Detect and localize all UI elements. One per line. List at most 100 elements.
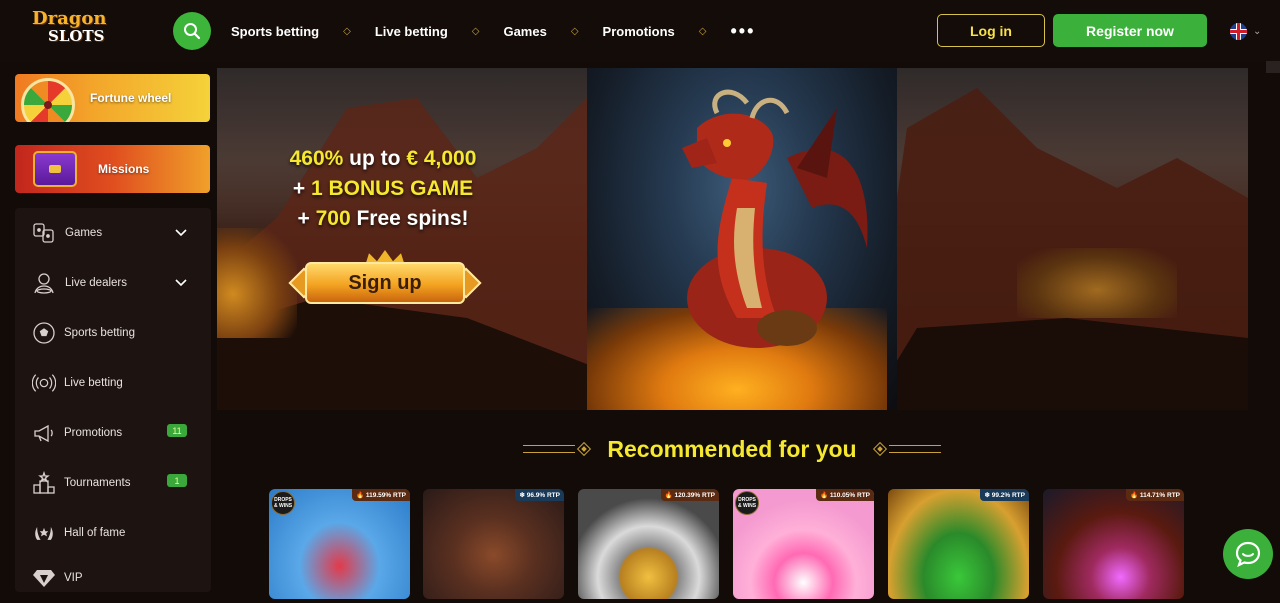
snowflake-icon: ❄	[519, 492, 525, 499]
more-menu-button[interactable]: •••	[730, 21, 755, 42]
gold-pile-right	[1017, 248, 1177, 318]
fortune-wheel-icon	[21, 78, 75, 122]
sidebar-item-vip[interactable]: VIP	[15, 553, 211, 603]
dragon-slots-logo[interactable]: Dragon SLOTS	[32, 8, 122, 46]
offer-bonus-game: 1 BONUS GAME	[310, 177, 474, 200]
sidebar-item-games[interactable]: Games	[15, 208, 211, 258]
diamond-separator-icon: ◇	[570, 25, 579, 37]
megaphone-icon	[32, 421, 56, 445]
game-card[interactable]: 🔥 120.39% RTP	[578, 489, 719, 599]
chat-bubble-icon	[1235, 541, 1261, 568]
fire-icon: 🔥	[1129, 492, 1139, 499]
sidebar-item-live-betting[interactable]: Live betting	[15, 358, 211, 408]
diamond-separator-icon: ◇	[471, 25, 480, 37]
chevron-down-icon[interactable]	[175, 274, 187, 292]
fortune-wheel-card[interactable]: Fortune wheel	[15, 74, 210, 122]
treasure-chest-icon	[33, 151, 77, 187]
sidebar-item-sports-betting[interactable]: Sports betting	[15, 308, 211, 358]
hero-banner[interactable]: 460% up to € 4,000 + 1 BONUS GAME + 700 …	[217, 68, 1248, 410]
tournaments-count-badge: 1	[167, 474, 187, 487]
game-card[interactable]: DROPS & WINS 🔥 110.05% RTP	[733, 489, 874, 599]
rtp-value: 110.05% RTP	[829, 491, 870, 499]
rtp-badge: ❄ 96.9% RTP	[515, 489, 564, 501]
search-icon	[184, 23, 201, 40]
rtp-badge: 🔥 114.71% RTP	[1125, 489, 1184, 501]
game-card[interactable]: DROPS & WINS 🔥 119.59% RTP	[269, 489, 410, 599]
live-broadcast-icon	[32, 371, 56, 395]
sidebar-item-label: Live betting	[64, 377, 123, 389]
offer-line-1: 460% up to € 4,000	[273, 144, 493, 174]
offer-amount: € 4,000	[406, 147, 477, 170]
register-button[interactable]: Register now	[1053, 14, 1207, 47]
offer-plus: +	[297, 207, 316, 230]
diamond-separator-icon: ◇	[698, 25, 707, 37]
sidebar-item-tournaments[interactable]: Tournaments 1	[15, 458, 211, 508]
sidebar-item-label: Tournaments	[64, 477, 131, 489]
nav-games[interactable]: Games	[503, 24, 546, 39]
live-chat-button[interactable]	[1223, 529, 1273, 579]
drops-wins-badge: DROPS & WINS	[735, 491, 759, 515]
missions-card[interactable]: Missions	[15, 145, 210, 193]
rtp-badge: ❄ 99.2% RTP	[980, 489, 1029, 501]
offer-free-spins: Free spins!	[350, 207, 469, 230]
game-card[interactable]: ❄ 99.2% RTP	[888, 489, 1029, 599]
nav-sports-betting[interactable]: Sports betting	[231, 24, 319, 39]
rtp-value: 114.71% RTP	[1139, 491, 1180, 499]
laurel-icon	[32, 521, 56, 545]
game-card[interactable]: ❄ 96.9% RTP	[423, 489, 564, 599]
fire-icon: 🔥	[819, 492, 829, 499]
promotions-count-badge: 11	[167, 424, 187, 437]
rtp-value: 99.2% RTP	[991, 491, 1025, 499]
rtp-badge: 🔥 110.05% RTP	[815, 489, 874, 501]
sidebar-item-promotions[interactable]: Promotions 11	[15, 408, 211, 458]
rtp-value: 120.39% RTP	[674, 491, 715, 499]
fire-icon: 🔥	[664, 492, 673, 499]
nav-live-betting[interactable]: Live betting	[375, 24, 448, 39]
sidebar-item-hall-of-fame[interactable]: Hall of fame	[15, 508, 211, 558]
offer-line-2: + 1 BONUS GAME	[273, 174, 493, 204]
offer-line-3: + 700 Free spins!	[273, 204, 493, 234]
dragon-illustration	[682, 89, 868, 348]
nav-promotions[interactable]: Promotions	[603, 24, 675, 39]
offer-plus: +	[292, 177, 311, 200]
fortune-wheel-label: Fortune wheel	[90, 91, 172, 105]
games-icon	[32, 221, 56, 245]
offer-percent: 460%	[289, 147, 344, 170]
diamond-separator-icon: ◇	[343, 25, 351, 37]
sidebar-item-live-dealers[interactable]: Live dealers	[15, 258, 211, 308]
login-button[interactable]: Log in	[937, 14, 1045, 47]
sign-up-label: Sign up	[305, 262, 465, 304]
sidebar-menu: Games Live dealers Sports betting Live b…	[15, 208, 211, 592]
snowflake-icon: ❄	[984, 492, 990, 499]
top-header: Dragon SLOTS Sports betting ◇ Live betti…	[0, 0, 1280, 62]
live-dealers-icon	[32, 271, 56, 295]
tournament-icon	[32, 471, 56, 495]
missions-label: Missions	[98, 162, 150, 176]
sign-up-button[interactable]: Sign up	[287, 248, 483, 310]
recommended-title: Recommended for you	[607, 435, 857, 462]
sidebar-item-label: Games	[65, 227, 103, 239]
chevron-down-icon[interactable]	[175, 224, 187, 242]
sidebar-item-label: Hall of fame	[64, 527, 126, 539]
diamond-icon	[32, 566, 56, 590]
uk-flag-icon	[1230, 23, 1247, 40]
game-card[interactable]: 🔥 114.71% RTP	[1043, 489, 1184, 599]
logo-text-slots: SLOTS	[48, 27, 105, 45]
gold-pile-left	[217, 228, 297, 338]
sidebar-item-label: Promotions	[64, 427, 123, 439]
scrollbar-thumb[interactable]	[1266, 61, 1280, 73]
fire-icon: 🔥	[355, 492, 365, 499]
recommended-heading: Recommended for you	[517, 432, 947, 466]
rtp-badge: 🔥 120.39% RTP	[660, 489, 719, 501]
language-selector[interactable]: ⌄	[1230, 23, 1261, 40]
sidebar-item-label: Sports betting	[64, 327, 135, 339]
rtp-badge: 🔥 119.59% RTP	[351, 489, 410, 501]
main-nav: Sports betting ◇ Live betting ◇ Games ◇ …	[231, 20, 755, 42]
drops-wins-badge: DROPS & WINS	[271, 491, 295, 515]
search-button[interactable]	[173, 12, 211, 50]
hero-offer-text: 460% up to € 4,000 + 1 BONUS GAME + 700 …	[273, 144, 493, 234]
rtp-value: 119.59% RTP	[365, 491, 406, 499]
ornament-left-icon	[523, 441, 593, 457]
ornament-right-icon	[871, 441, 941, 457]
chevron-down-icon: ⌄	[1253, 26, 1262, 37]
